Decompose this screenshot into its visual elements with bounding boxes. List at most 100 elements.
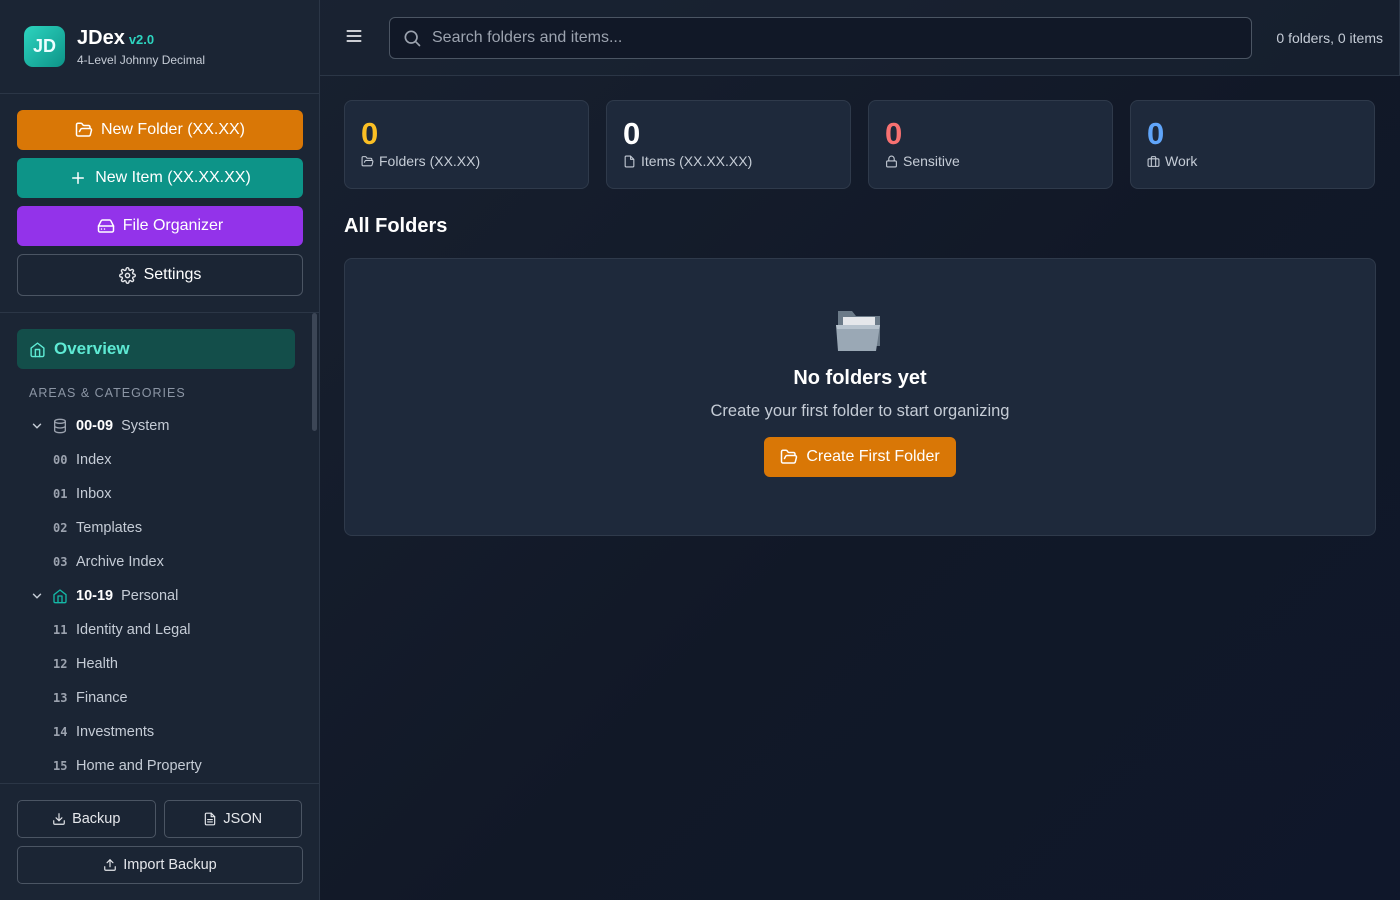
gear-icon: [118, 266, 136, 284]
area-code: 10-19: [76, 588, 114, 604]
category-item[interactable]: 00 Index: [0, 443, 300, 477]
stat-label: Items (XX.XX.XX): [641, 153, 753, 169]
category-label: Templates: [76, 520, 143, 536]
stat-value: 0: [361, 116, 379, 151]
hard-drive-icon: [97, 217, 115, 235]
category-item[interactable]: 02 Templates: [0, 511, 300, 545]
stat-label-row: Items (XX.XX.XX): [623, 153, 834, 169]
open-folder-icon: [345, 307, 1375, 353]
sidebar-footer: Backup JSON Import Backup: [0, 783, 319, 900]
import-label: Import Backup: [123, 857, 217, 873]
area-name: Personal: [121, 588, 179, 604]
new-item-label: New Item (XX.XX.XX): [95, 169, 251, 186]
category-label: Investments: [76, 724, 155, 740]
stat-card-items: 0 Items (XX.XX.XX): [606, 100, 851, 189]
stat-value: 0: [1147, 116, 1165, 151]
app-subtitle: 4-Level Johnny Decimal: [77, 52, 206, 67]
area-10-19[interactable]: 10-19 Personal: [0, 579, 300, 613]
create-first-folder-label: Create First Folder: [806, 448, 940, 465]
settings-button[interactable]: Settings: [17, 254, 303, 296]
settings-label: Settings: [143, 266, 202, 283]
upload-icon: [103, 858, 117, 872]
footer-row: Backup JSON: [17, 800, 302, 838]
category-number: 11: [53, 623, 68, 637]
new-item-button[interactable]: New Item (XX.XX.XX): [17, 158, 303, 198]
home-icon: [29, 341, 46, 358]
section-heading: All Folders: [344, 215, 448, 237]
stat-value: 0: [885, 116, 903, 151]
area-name: System: [121, 418, 170, 434]
folder-icon: [361, 155, 374, 168]
category-item[interactable]: 15 Home and Property: [0, 749, 300, 783]
category-number: 13: [53, 691, 68, 705]
app-title: JDex: [77, 26, 125, 49]
database-icon: [52, 418, 68, 434]
stat-card-sensitive: 0 Sensitive: [868, 100, 1113, 189]
app-version: v2.0: [128, 31, 155, 47]
category-label: Archive Index: [76, 554, 164, 570]
folder-open-icon: [75, 121, 93, 139]
nav-overview[interactable]: Overview: [17, 329, 295, 369]
search-box[interactable]: [389, 17, 1252, 59]
stat-label-row: Sensitive: [885, 153, 1096, 169]
category-item[interactable]: 12 Health: [0, 647, 300, 681]
category-label: Health: [76, 656, 118, 672]
import-backup-button[interactable]: Import Backup: [17, 846, 303, 884]
app-logo: JD: [24, 26, 65, 67]
area-tree: 00-09 System 00 Index 01 Inbox 02 Templates…: [0, 409, 300, 783]
sidebar: JD JDex v2.0 4-Level Johnny Decimal New F…: [0, 0, 320, 900]
file-organizer-label: File Organizer: [122, 217, 224, 234]
json-label: JSON: [223, 811, 263, 827]
category-item[interactable]: 03 Archive Index: [0, 545, 300, 579]
stat-label-row: Folders (XX.XX): [361, 153, 572, 169]
category-label: Finance: [76, 690, 128, 706]
nav-overview-label: Overview: [54, 339, 130, 358]
top-bar: 0 folders, 0 items: [320, 0, 1400, 76]
create-first-folder-button[interactable]: Create First Folder: [764, 437, 956, 477]
category-item[interactable]: 11 Identity and Legal: [0, 613, 300, 647]
category-label: Home and Property: [76, 758, 202, 774]
search-input[interactable]: [432, 29, 1212, 47]
backup-label: Backup: [72, 811, 121, 827]
area-code: 00-09: [76, 418, 114, 434]
chevron-down-icon[interactable]: [30, 589, 44, 603]
stat-label: Folders (XX.XX): [379, 153, 481, 169]
lock-icon: [885, 155, 898, 168]
menu-icon[interactable]: [344, 26, 364, 46]
category-number: 02: [53, 521, 68, 535]
json-export-button[interactable]: JSON: [163, 800, 302, 838]
stat-card-folders: 0 Folders (XX.XX): [344, 100, 589, 189]
category-label: Index: [76, 452, 112, 468]
file-organizer-button[interactable]: File Organizer: [17, 206, 303, 246]
category-number: 03: [53, 555, 68, 569]
plus-icon: [69, 169, 87, 187]
search-icon: [402, 28, 422, 48]
area-00-09[interactable]: 00-09 System: [0, 409, 300, 443]
chevron-down-icon[interactable]: [30, 419, 44, 433]
folder-item-counts: 0 folders, 0 items: [1276, 30, 1383, 46]
empty-title: No folders yet: [793, 367, 927, 389]
stat-value: 0: [623, 116, 641, 151]
folder-open-icon: [780, 448, 798, 466]
new-folder-button[interactable]: New Folder (XX.XX): [17, 110, 303, 150]
empty-state: No folders yet Create your first folder …: [344, 258, 1376, 536]
category-item[interactable]: 13 Finance: [0, 681, 300, 715]
sidebar-scrollbar[interactable]: [312, 313, 317, 431]
sidebar-nav[interactable]: Overview AREAS & CATEGORIES 00-09 System…: [0, 313, 319, 783]
home-icon: [52, 588, 68, 604]
category-number: 12: [53, 657, 68, 671]
stat-label: Sensitive: [903, 153, 960, 169]
category-number: 14: [53, 725, 68, 739]
sidebar-actions: New Folder (XX.XX) New Item (XX.XX.XX) F…: [0, 94, 319, 313]
stat-label: Work: [1165, 153, 1198, 169]
new-folder-label: New Folder (XX.XX): [100, 121, 246, 138]
category-item[interactable]: 14 Investments: [0, 715, 300, 749]
stat-card-work: 0 Work: [1130, 100, 1375, 189]
backup-button[interactable]: Backup: [17, 800, 156, 838]
category-label: Identity and Legal: [76, 622, 191, 638]
stats-row: 0 Folders (XX.XX) 0 Items (XX.XX.XX) 0 S…: [344, 100, 1375, 189]
category-item[interactable]: 01 Inbox: [0, 477, 300, 511]
brand-header: JD JDex v2.0 4-Level Johnny Decimal: [0, 0, 319, 94]
stat-label-row: Work: [1147, 153, 1358, 169]
download-icon: [52, 812, 66, 826]
